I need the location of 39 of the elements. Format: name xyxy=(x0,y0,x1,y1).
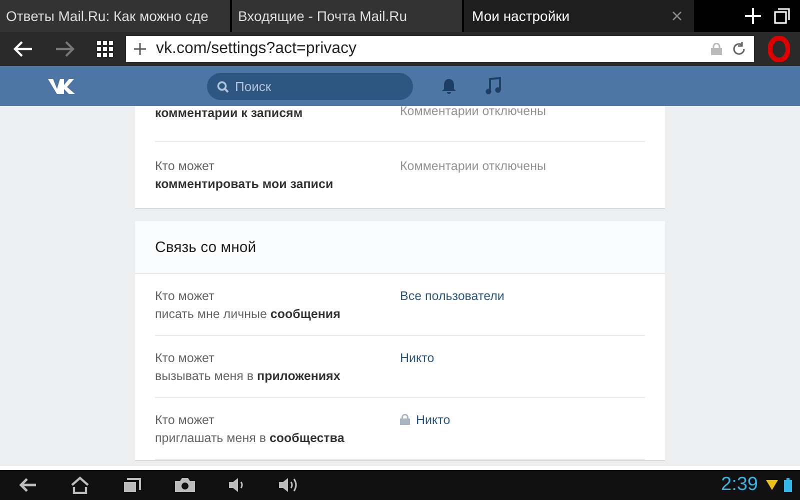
back-icon[interactable] xyxy=(18,477,38,493)
setting-label: вызывать меня в приложениях xyxy=(155,368,342,382)
browser-tab[interactable]: Входящие - Почта Mail.Ru xyxy=(232,0,462,32)
browser-tab[interactable]: Мои настройки xyxy=(464,0,694,32)
section-title: Связь со мной xyxy=(135,221,665,274)
setting-value: Комментарии отключены xyxy=(400,106,546,118)
search-field[interactable]: Поиск xyxy=(207,72,413,100)
forward-icon[interactable] xyxy=(55,40,75,58)
camera-icon[interactable] xyxy=(174,477,196,493)
recent-apps-icon[interactable] xyxy=(122,477,142,493)
setting-label: писать мне личные сообщения xyxy=(155,306,342,320)
setting-value-link[interactable]: Никто xyxy=(416,412,450,426)
opera-logo-icon[interactable] xyxy=(768,36,790,62)
grid-icon[interactable] xyxy=(97,41,113,57)
search-icon xyxy=(217,80,229,92)
setting-label: приглашать меня в сообщества xyxy=(155,430,346,444)
volume-down-icon[interactable] xyxy=(228,477,246,493)
setting-label: комментарии к записям xyxy=(155,106,304,120)
tabs-icon[interactable] xyxy=(774,8,790,24)
clock: 2:39 xyxy=(721,474,758,496)
home-icon[interactable] xyxy=(70,476,90,494)
logo-icon[interactable] xyxy=(47,77,77,95)
volume-up-icon[interactable] xyxy=(278,476,300,494)
setting-label: комментировать мои записи xyxy=(155,177,334,191)
setting-label: Кто может xyxy=(155,288,216,302)
address-field[interactable]: vk.com/settings?act=privacy xyxy=(126,36,754,62)
lock-icon xyxy=(711,43,722,55)
setting-value-link[interactable]: Все пользователи xyxy=(400,288,504,302)
setting-value: Комментарии отключены xyxy=(400,159,546,173)
setting-label: Кто может xyxy=(155,159,216,173)
battery-icon xyxy=(784,478,792,492)
wifi-icon xyxy=(766,479,778,491)
setting-value-link[interactable]: Никто xyxy=(400,350,434,364)
close-icon[interactable] xyxy=(672,11,682,21)
plus-icon[interactable] xyxy=(134,43,146,55)
browser-tab[interactable]: Ответы Mail.Ru: Как можно сде xyxy=(0,0,230,32)
setting-label: Кто может xyxy=(155,412,216,426)
reload-icon[interactable] xyxy=(732,42,746,56)
setting-label: Кто может xyxy=(155,350,216,364)
